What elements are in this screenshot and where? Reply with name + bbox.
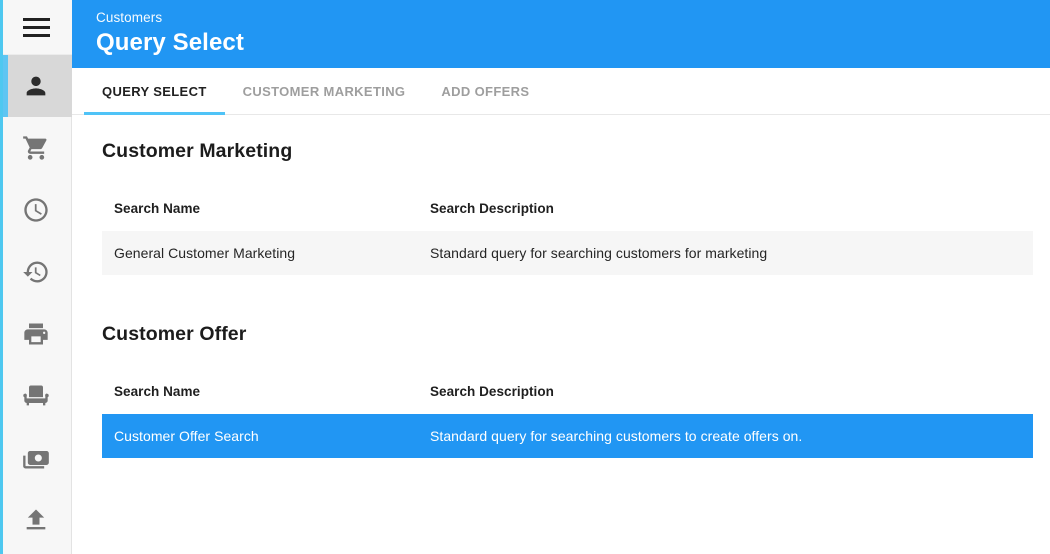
breadcrumb: Customers: [96, 10, 163, 25]
sidebar-item-customers[interactable]: [0, 55, 72, 117]
column-header-search-description: Search Description: [430, 201, 554, 216]
person-icon: [22, 72, 50, 100]
section-title: Customer Offer: [102, 323, 247, 345]
sidebar-item-print[interactable]: [0, 303, 72, 365]
main-column: Customers Query Select QUERY SELECT CUST…: [72, 0, 1050, 554]
tab-customer-marketing[interactable]: CUSTOMER MARKETING: [225, 68, 424, 114]
sidebar-item-seating[interactable]: [0, 365, 72, 427]
tab-add-offers[interactable]: ADD OFFERS: [423, 68, 547, 114]
section-customer-offer: Customer Offer Search Name Search Descri…: [102, 322, 1033, 458]
query-table: Search Name Search Description General C…: [102, 201, 1033, 275]
cell-search-description: Standard query for searching customers t…: [418, 414, 1033, 458]
sidebar-item-payments[interactable]: [0, 427, 72, 489]
table-header-row: Search Name Search Description: [102, 201, 1033, 231]
hamburger-menu-button[interactable]: [0, 0, 72, 55]
sidebar-item-orders[interactable]: [0, 117, 72, 179]
query-table: Search Name Search Description Customer …: [102, 384, 1033, 458]
table-row[interactable]: Customer Offer Search Standard query for…: [102, 414, 1033, 458]
sidebar-item-schedule[interactable]: [0, 179, 72, 241]
page-title: Query Select: [96, 29, 244, 56]
tab-query-select[interactable]: QUERY SELECT: [84, 68, 225, 115]
table-header-row: Search Name Search Description: [102, 384, 1033, 414]
app-root: Customers Query Select QUERY SELECT CUST…: [0, 0, 1050, 554]
sidebar-item-history[interactable]: [0, 241, 72, 303]
history-icon: [22, 258, 50, 286]
section-title: Customer Marketing: [102, 140, 293, 162]
sidebar-item-list: [0, 55, 72, 551]
cell-search-description: Standard query for searching customers f…: [418, 231, 1033, 275]
left-edge-accent-strip: [0, 0, 3, 554]
money-icon: [22, 444, 50, 472]
section-customer-marketing: Customer Marketing Search Name Search De…: [102, 139, 1033, 275]
content-area: Customer Marketing Search Name Search De…: [72, 115, 1050, 554]
app-header: Customers Query Select: [72, 0, 1050, 68]
shopping-cart-icon: [22, 134, 50, 162]
hamburger-icon: [22, 17, 50, 37]
tab-bar: QUERY SELECT CUSTOMER MARKETING ADD OFFE…: [72, 68, 1050, 115]
cell-search-name: Customer Offer Search: [102, 414, 418, 458]
column-header-search-name: Search Name: [114, 384, 201, 399]
sidebar-item-upload[interactable]: [0, 489, 72, 551]
upload-icon: [22, 506, 50, 534]
table-row[interactable]: General Customer Marketing Standard quer…: [102, 231, 1033, 275]
sidebar-navigation: [0, 0, 72, 554]
seat-icon: [22, 382, 50, 410]
column-header-search-name: Search Name: [114, 201, 201, 216]
column-header-search-description: Search Description: [430, 384, 554, 399]
cell-search-name: General Customer Marketing: [102, 231, 418, 275]
printer-icon: [22, 320, 50, 348]
clock-icon: [22, 196, 50, 224]
